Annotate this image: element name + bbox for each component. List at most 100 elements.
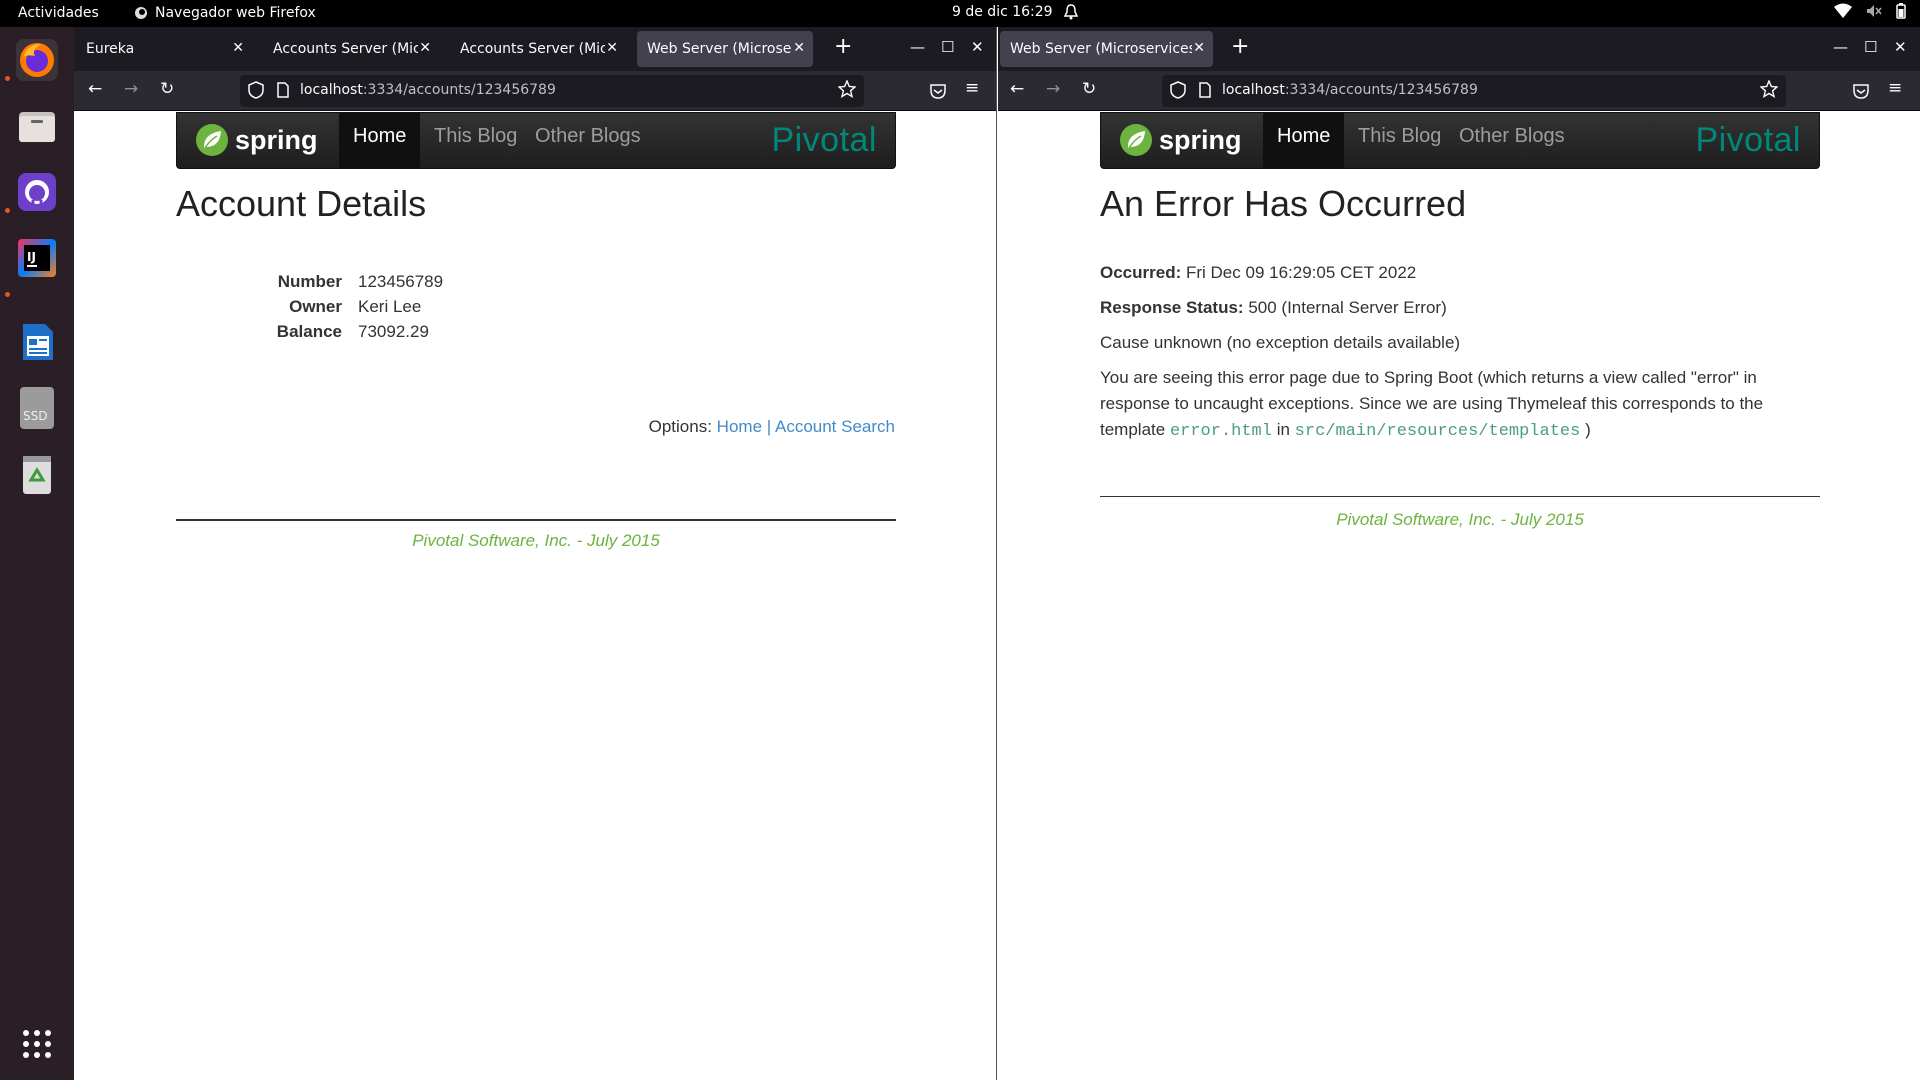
url-bar[interactable]: localhost:3334/accounts/123456789 xyxy=(240,75,864,107)
tab-title: Accounts Server (Micro xyxy=(273,41,418,57)
clock[interactable]: 9 de dic 16:29 xyxy=(952,4,1053,20)
close-tab-icon[interactable]: ✕ xyxy=(793,40,805,56)
tab-title: Eureka xyxy=(86,41,135,57)
nav-other-blogs[interactable]: Other Blogs xyxy=(1445,113,1579,168)
reload-button[interactable]: ↻ xyxy=(160,79,174,99)
close-window-button[interactable]: ✕ xyxy=(1894,38,1907,56)
spring-logo[interactable]: spring xyxy=(195,123,318,157)
tab-title: Web Server (Microservices B xyxy=(1010,41,1192,57)
nav-this-blog[interactable]: This Blog xyxy=(1344,113,1455,168)
volume-muted-icon xyxy=(1867,5,1882,17)
detail-label: Owner xyxy=(289,297,342,316)
close-tab-icon[interactable]: ✕ xyxy=(1193,40,1205,56)
system-tray[interactable] xyxy=(1834,3,1906,19)
forward-button[interactable]: → xyxy=(124,79,138,99)
back-button[interactable]: ← xyxy=(88,79,102,99)
reload-button[interactable]: ↻ xyxy=(1082,79,1096,99)
nav-this-blog[interactable]: This Blog xyxy=(420,113,531,168)
occurred-line: Occurred: Fri Dec 09 16:29:05 CET 2022 xyxy=(1100,260,1820,286)
home-link[interactable]: Home xyxy=(717,417,762,436)
url-host: localhost xyxy=(300,82,363,98)
tab-web-server[interactable]: Web Server (Microserv ✕ xyxy=(637,31,813,67)
options-label: Options: xyxy=(648,417,712,436)
account-search-link[interactable]: Account Search xyxy=(775,417,895,436)
new-tab-button[interactable]: + xyxy=(834,36,852,58)
minimize-button[interactable]: — xyxy=(910,38,925,56)
notification-bell-icon[interactable] xyxy=(1063,3,1079,25)
gnome-top-bar: Actividades Navegador web Firefox 9 de d… xyxy=(0,0,1920,27)
back-button[interactable]: ← xyxy=(1010,79,1024,99)
tab-accounts-server-2[interactable]: Accounts Server (Micro ✕ xyxy=(450,31,626,67)
page-info-icon[interactable] xyxy=(1198,82,1212,98)
spring-logo-text: spring xyxy=(235,124,318,155)
spring-navbar: spring Home This Blog Other Blogs Pivota… xyxy=(176,112,896,169)
pivotal-logo[interactable]: Pivotal xyxy=(771,121,877,160)
url-host: localhost xyxy=(1222,82,1285,98)
page-title: Account Details xyxy=(176,183,427,224)
maximize-button[interactable]: ☐ xyxy=(941,38,954,56)
writer-icon[interactable] xyxy=(16,321,58,363)
detail-label: Balance xyxy=(276,322,342,341)
app-grid-icon[interactable] xyxy=(16,1023,58,1065)
url-path: :3334/accounts/123456789 xyxy=(1284,82,1478,98)
menu-hamburger-icon[interactable]: ≡ xyxy=(1888,78,1902,98)
spring-logo[interactable]: spring xyxy=(1119,123,1242,157)
activities-button[interactable]: Actividades xyxy=(18,5,99,21)
new-tab-button[interactable]: + xyxy=(1231,36,1249,58)
tab-eureka[interactable]: Eureka ✕ xyxy=(76,31,252,67)
page-info-icon[interactable] xyxy=(276,82,290,98)
maximize-button[interactable]: ☐ xyxy=(1864,38,1877,56)
status-label: Response Status: xyxy=(1100,298,1244,317)
tab-accounts-server-1[interactable]: Accounts Server (Micro ✕ xyxy=(263,31,439,67)
explanation-end: ) xyxy=(1585,420,1591,439)
page-content: spring Home This Blog Other Blogs Pivota… xyxy=(74,112,996,1080)
wifi-icon xyxy=(1834,3,1852,18)
template-dir: src/main/resources/templates xyxy=(1294,422,1581,441)
footer-text: Pivotal Software, Inc. - July 2015 xyxy=(1336,510,1584,529)
occurred-value: Fri Dec 09 16:29:05 CET 2022 xyxy=(1185,263,1417,282)
page-title: An Error Has Occurred xyxy=(1100,183,1467,224)
shield-icon[interactable] xyxy=(1170,81,1186,99)
firefox-icon[interactable] xyxy=(16,39,58,81)
nav-other-blogs[interactable]: Other Blogs xyxy=(521,113,655,168)
pivotal-logo[interactable]: Pivotal xyxy=(1695,121,1801,160)
pocket-icon[interactable] xyxy=(929,82,947,100)
running-indicator xyxy=(5,208,10,213)
close-tab-icon[interactable]: ✕ xyxy=(232,40,244,56)
tab-web-server[interactable]: Web Server (Microservices B ✕ xyxy=(1000,31,1213,67)
options-separator: | xyxy=(766,417,772,436)
app-menu[interactable]: Navegador web Firefox xyxy=(134,5,316,21)
menu-hamburger-icon[interactable]: ≡ xyxy=(965,78,979,98)
running-indicator xyxy=(5,76,10,81)
detail-value: Keri Lee xyxy=(358,297,422,316)
footer-divider xyxy=(176,519,896,521)
nav-home[interactable]: Home xyxy=(339,113,421,168)
explanation-paragraph: You are seeing this error page due to Sp… xyxy=(1100,365,1820,445)
spring-navbar: spring Home This Blog Other Blogs Pivota… xyxy=(1100,112,1820,169)
intellij-icon[interactable]: IJ xyxy=(16,237,58,279)
url-bar[interactable]: localhost:3334/accounts/123456789 xyxy=(1162,75,1786,107)
page-content: spring Home This Blog Other Blogs Pivota… xyxy=(998,112,1920,1080)
footer-divider xyxy=(1100,496,1820,497)
spring-leaf-icon xyxy=(1120,124,1152,156)
files-icon[interactable] xyxy=(16,105,58,147)
running-indicator xyxy=(5,292,10,297)
shield-icon[interactable] xyxy=(248,81,264,99)
ssd-label: SSD xyxy=(23,409,47,423)
nav-home[interactable]: Home xyxy=(1263,113,1345,168)
detail-value: 123456789 xyxy=(358,272,444,291)
github-desktop-icon[interactable] xyxy=(16,171,58,213)
close-tab-icon[interactable]: ✕ xyxy=(606,40,618,56)
tab-bar: Web Server (Microservices B ✕ + — ☐ ✕ xyxy=(998,27,1920,71)
status-line: Response Status: 500 (Internal Server Er… xyxy=(1100,295,1820,321)
minimize-button[interactable]: — xyxy=(1833,38,1848,56)
pocket-icon[interactable] xyxy=(1852,82,1870,100)
forward-button[interactable]: → xyxy=(1046,79,1060,99)
navigation-toolbar: ← → ↻ localhost:3334/accounts/123456789 … xyxy=(74,71,996,111)
ssd-icon[interactable]: SSD xyxy=(16,387,58,429)
close-window-button[interactable]: ✕ xyxy=(971,38,984,56)
bookmark-star-icon[interactable] xyxy=(1760,80,1778,98)
close-tab-icon[interactable]: ✕ xyxy=(419,40,431,56)
bookmark-star-icon[interactable] xyxy=(838,80,856,98)
trash-icon[interactable] xyxy=(16,453,58,495)
